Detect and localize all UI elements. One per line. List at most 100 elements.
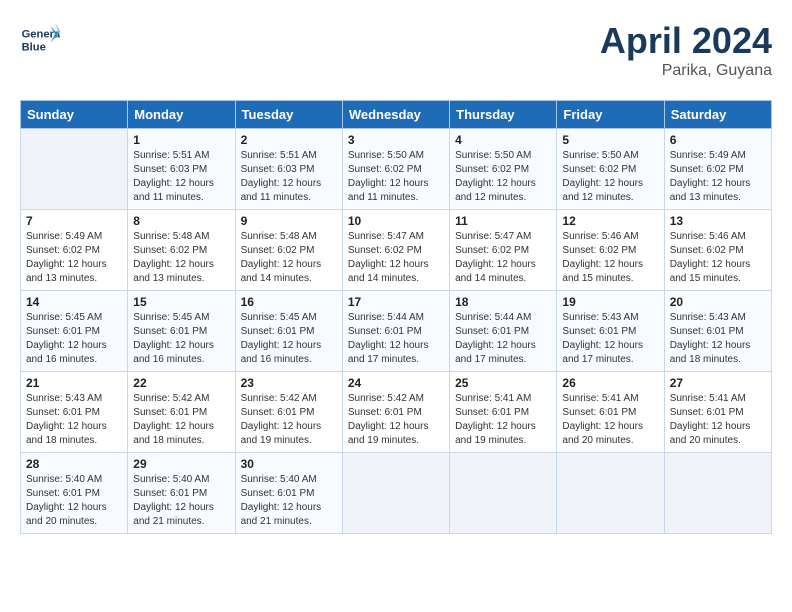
calendar-cell: 29 Sunrise: 5:40 AM Sunset: 6:01 PM Dayli… <box>128 453 235 534</box>
title-block: April 2024 Parika, Guyana <box>600 20 772 80</box>
calendar-table: SundayMondayTuesdayWednesdayThursdayFrid… <box>20 100 772 534</box>
day-info: Sunrise: 5:50 AM Sunset: 6:02 PM Dayligh… <box>562 149 658 205</box>
day-info: Sunrise: 5:41 AM Sunset: 6:01 PM Dayligh… <box>455 392 551 448</box>
day-info: Sunrise: 5:50 AM Sunset: 6:02 PM Dayligh… <box>348 149 444 205</box>
day-info: Sunrise: 5:41 AM Sunset: 6:01 PM Dayligh… <box>670 392 766 448</box>
day-number: 12 <box>562 214 658 228</box>
day-number: 30 <box>241 457 337 471</box>
calendar-cell: 2 Sunrise: 5:51 AM Sunset: 6:03 PM Daylig… <box>235 129 342 210</box>
day-info: Sunrise: 5:47 AM Sunset: 6:02 PM Dayligh… <box>348 230 444 286</box>
calendar-cell <box>664 453 771 534</box>
calendar-week-row: 1 Sunrise: 5:51 AM Sunset: 6:03 PM Daylig… <box>21 129 772 210</box>
day-info: Sunrise: 5:49 AM Sunset: 6:02 PM Dayligh… <box>26 230 122 286</box>
day-info: Sunrise: 5:41 AM Sunset: 6:01 PM Dayligh… <box>562 392 658 448</box>
page-header: General Blue April 2024 Parika, Guyana <box>20 20 772 80</box>
column-header-wednesday: Wednesday <box>342 101 449 129</box>
calendar-cell: 10 Sunrise: 5:47 AM Sunset: 6:02 PM Dayli… <box>342 210 449 291</box>
day-number: 18 <box>455 295 551 309</box>
calendar-cell: 30 Sunrise: 5:40 AM Sunset: 6:01 PM Dayli… <box>235 453 342 534</box>
day-number: 24 <box>348 376 444 390</box>
column-header-friday: Friday <box>557 101 664 129</box>
day-info: Sunrise: 5:45 AM Sunset: 6:01 PM Dayligh… <box>133 311 229 367</box>
calendar-week-row: 21Sunrise: 5:43 AM Sunset: 6:01 PM Dayli… <box>21 372 772 453</box>
day-number: 4 <box>455 133 551 147</box>
calendar-cell: 14 Sunrise: 5:45 AM Sunset: 6:01 PM Dayli… <box>21 291 128 372</box>
calendar-cell: 25 Sunrise: 5:41 AM Sunset: 6:01 PM Dayli… <box>450 372 557 453</box>
calendar-cell: 24 Sunrise: 5:42 AM Sunset: 6:01 PM Dayli… <box>342 372 449 453</box>
calendar-cell: 7 Sunrise: 5:49 AM Sunset: 6:02 PM Daylig… <box>21 210 128 291</box>
day-info: Sunrise: 5:46 AM Sunset: 6:02 PM Dayligh… <box>562 230 658 286</box>
day-number: 29 <box>133 457 229 471</box>
calendar-cell <box>450 453 557 534</box>
calendar-week-row: 14 Sunrise: 5:45 AM Sunset: 6:01 PM Dayli… <box>21 291 772 372</box>
day-number: 6 <box>670 133 766 147</box>
day-info: Sunrise: 5:44 AM Sunset: 6:01 PM Dayligh… <box>348 311 444 367</box>
column-header-saturday: Saturday <box>664 101 771 129</box>
day-info: Sunrise: 5:44 AM Sunset: 6:01 PM Dayligh… <box>455 311 551 367</box>
calendar-cell: 18 Sunrise: 5:44 AM Sunset: 6:01 PM Dayli… <box>450 291 557 372</box>
location-subtitle: Parika, Guyana <box>600 62 772 80</box>
calendar-cell: 17 Sunrise: 5:44 AM Sunset: 6:01 PM Dayli… <box>342 291 449 372</box>
calendar-cell <box>21 129 128 210</box>
day-info: Sunrise: 5:40 AM Sunset: 6:01 PM Dayligh… <box>26 473 122 529</box>
day-number: 7 <box>26 214 122 228</box>
day-number: 10 <box>348 214 444 228</box>
calendar-cell: 27Sunrise: 5:41 AM Sunset: 6:01 PM Dayli… <box>664 372 771 453</box>
logo-icon: General Blue <box>20 20 60 60</box>
day-info: Sunrise: 5:50 AM Sunset: 6:02 PM Dayligh… <box>455 149 551 205</box>
day-info: Sunrise: 5:48 AM Sunset: 6:02 PM Dayligh… <box>241 230 337 286</box>
day-number: 14 <box>26 295 122 309</box>
day-info: Sunrise: 5:43 AM Sunset: 6:01 PM Dayligh… <box>670 311 766 367</box>
day-info: Sunrise: 5:42 AM Sunset: 6:01 PM Dayligh… <box>348 392 444 448</box>
calendar-cell: 21Sunrise: 5:43 AM Sunset: 6:01 PM Dayli… <box>21 372 128 453</box>
day-info: Sunrise: 5:45 AM Sunset: 6:01 PM Dayligh… <box>26 311 122 367</box>
day-number: 2 <box>241 133 337 147</box>
day-number: 17 <box>348 295 444 309</box>
calendar-cell: 22Sunrise: 5:42 AM Sunset: 6:01 PM Dayli… <box>128 372 235 453</box>
day-number: 15 <box>133 295 229 309</box>
calendar-cell: 26 Sunrise: 5:41 AM Sunset: 6:01 PM Dayli… <box>557 372 664 453</box>
svg-text:Blue: Blue <box>22 41 46 53</box>
day-number: 23 <box>241 376 337 390</box>
calendar-cell: 16 Sunrise: 5:45 AM Sunset: 6:01 PM Dayli… <box>235 291 342 372</box>
day-info: Sunrise: 5:45 AM Sunset: 6:01 PM Dayligh… <box>241 311 337 367</box>
logo: General Blue <box>20 20 60 60</box>
day-number: 13 <box>670 214 766 228</box>
day-number: 21 <box>26 376 122 390</box>
day-number: 25 <box>455 376 551 390</box>
calendar-cell: 19Sunrise: 5:43 AM Sunset: 6:01 PM Dayli… <box>557 291 664 372</box>
calendar-cell: 15 Sunrise: 5:45 AM Sunset: 6:01 PM Dayli… <box>128 291 235 372</box>
calendar-cell: 12 Sunrise: 5:46 AM Sunset: 6:02 PM Dayli… <box>557 210 664 291</box>
day-number: 28 <box>26 457 122 471</box>
calendar-cell: 4 Sunrise: 5:50 AM Sunset: 6:02 PM Daylig… <box>450 129 557 210</box>
calendar-week-row: 7 Sunrise: 5:49 AM Sunset: 6:02 PM Daylig… <box>21 210 772 291</box>
calendar-cell: 28 Sunrise: 5:40 AM Sunset: 6:01 PM Dayli… <box>21 453 128 534</box>
calendar-cell: 23Sunrise: 5:42 AM Sunset: 6:01 PM Dayli… <box>235 372 342 453</box>
day-info: Sunrise: 5:40 AM Sunset: 6:01 PM Dayligh… <box>241 473 337 529</box>
day-number: 26 <box>562 376 658 390</box>
calendar-cell: 1 Sunrise: 5:51 AM Sunset: 6:03 PM Daylig… <box>128 129 235 210</box>
calendar-week-row: 28 Sunrise: 5:40 AM Sunset: 6:01 PM Dayli… <box>21 453 772 534</box>
day-number: 19 <box>562 295 658 309</box>
day-number: 1 <box>133 133 229 147</box>
calendar-cell: 20 Sunrise: 5:43 AM Sunset: 6:01 PM Dayli… <box>664 291 771 372</box>
calendar-cell: 9Sunrise: 5:48 AM Sunset: 6:02 PM Daylig… <box>235 210 342 291</box>
day-number: 11 <box>455 214 551 228</box>
day-info: Sunrise: 5:46 AM Sunset: 6:02 PM Dayligh… <box>670 230 766 286</box>
column-header-tuesday: Tuesday <box>235 101 342 129</box>
day-number: 16 <box>241 295 337 309</box>
day-info: Sunrise: 5:42 AM Sunset: 6:01 PM Dayligh… <box>133 392 229 448</box>
calendar-cell <box>557 453 664 534</box>
day-info: Sunrise: 5:40 AM Sunset: 6:01 PM Dayligh… <box>133 473 229 529</box>
day-info: Sunrise: 5:47 AM Sunset: 6:02 PM Dayligh… <box>455 230 551 286</box>
day-info: Sunrise: 5:51 AM Sunset: 6:03 PM Dayligh… <box>241 149 337 205</box>
calendar-header-row: SundayMondayTuesdayWednesdayThursdayFrid… <box>21 101 772 129</box>
day-info: Sunrise: 5:51 AM Sunset: 6:03 PM Dayligh… <box>133 149 229 205</box>
calendar-cell: 11 Sunrise: 5:47 AM Sunset: 6:02 PM Dayli… <box>450 210 557 291</box>
day-info: Sunrise: 5:49 AM Sunset: 6:02 PM Dayligh… <box>670 149 766 205</box>
day-number: 8 <box>133 214 229 228</box>
month-title: April 2024 <box>600 20 772 62</box>
day-number: 5 <box>562 133 658 147</box>
column-header-monday: Monday <box>128 101 235 129</box>
day-number: 20 <box>670 295 766 309</box>
